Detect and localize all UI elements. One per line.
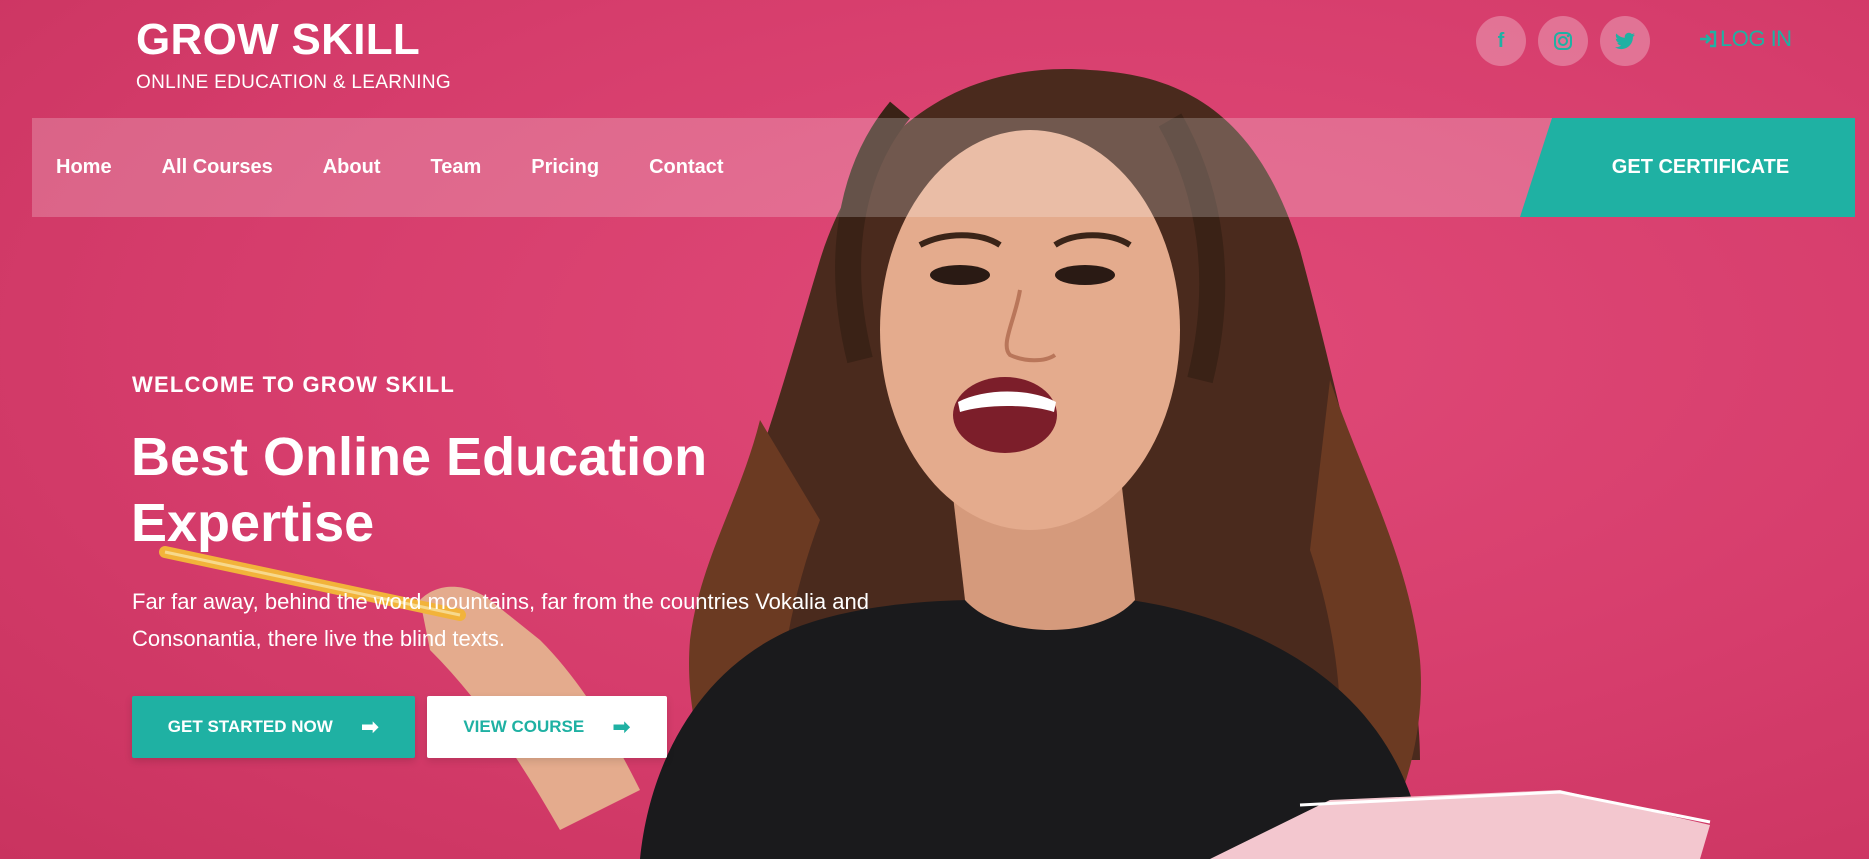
login-icon — [1700, 30, 1717, 48]
login-label: LOG IN — [1720, 26, 1792, 51]
view-course-label: VIEW COURSE — [463, 717, 585, 736]
nav-item-home[interactable]: Home — [56, 156, 112, 179]
arrow-right-icon: ➡ — [612, 714, 631, 739]
facebook-link[interactable]: f — [1476, 16, 1526, 66]
nav-item-pricing[interactable]: Pricing — [531, 156, 599, 179]
get-certificate-button[interactable]: GET CERTIFICATE — [1520, 118, 1855, 217]
login-link[interactable]: LOG IN — [1698, 26, 1792, 52]
instagram-icon — [1554, 32, 1572, 50]
get-started-button[interactable]: GET STARTED NOW ➡ — [132, 696, 415, 758]
main-navigation: Home All Courses About Team Pricing Cont… — [32, 118, 1855, 217]
brand-subtitle: ONLINE EDUCATION & LEARNING — [136, 72, 451, 93]
nav-menu: Home All Courses About Team Pricing Cont… — [56, 118, 724, 217]
get-started-label: GET STARTED NOW — [167, 717, 333, 736]
twitter-icon — [1615, 32, 1635, 50]
instagram-link[interactable] — [1538, 16, 1588, 66]
nav-item-contact[interactable]: Contact — [649, 156, 723, 179]
view-course-button[interactable]: VIEW COURSE ➡ — [427, 696, 667, 758]
hero-headline: Best Online Education Expertise — [131, 424, 851, 556]
arrow-right-icon: ➡ — [360, 714, 380, 739]
social-links: f — [1476, 16, 1650, 66]
brand-title[interactable]: GROW SKILL — [136, 18, 451, 62]
nav-item-all-courses[interactable]: All Courses — [162, 156, 273, 179]
nav-item-about[interactable]: About — [323, 156, 381, 179]
hero-headline-line-1: Best Online Education — [131, 427, 708, 487]
hero-headline-line-2: Expertise — [131, 493, 375, 553]
hero-eyebrow: WELCOME TO GROW SKILL — [132, 372, 455, 397]
facebook-icon: f — [1497, 29, 1505, 52]
twitter-link[interactable] — [1600, 16, 1650, 66]
hero-description: Far far away, behind the word mountains,… — [132, 589, 869, 651]
nav-item-team[interactable]: Team — [431, 156, 482, 179]
brand[interactable]: GROW SKILL ONLINE EDUCATION & LEARNING — [136, 18, 451, 94]
